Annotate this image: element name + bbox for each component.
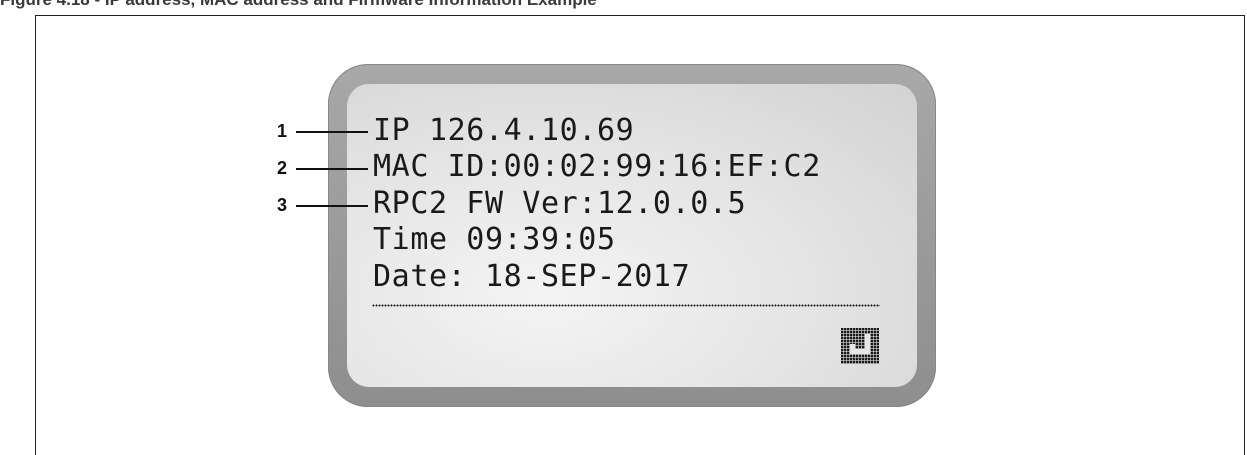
callout-3-leader xyxy=(296,205,368,207)
lcd-line-time: Time 09:39:05 xyxy=(373,222,616,257)
callout-1-number: 1 xyxy=(277,121,288,141)
callout-1-leader xyxy=(296,131,368,133)
lcd-separator xyxy=(372,304,880,307)
callout-2-leader xyxy=(296,168,368,170)
figure-caption: Figure 4.18 - IP address, MAC address an… xyxy=(0,0,597,10)
enter-icon[interactable] xyxy=(841,328,879,364)
lcd-line-ip: IP 126.4.10.69 xyxy=(373,113,635,148)
callout-3-number: 3 xyxy=(277,195,288,215)
lcd-line-mac: MAC ID:00:02:99:16:EF:C2 xyxy=(373,149,821,184)
lcd-line-date: Date: 18-SEP-2017 xyxy=(373,259,691,294)
callout-2-number: 2 xyxy=(277,158,288,178)
lcd-line-firmware: RPC2 FW Ver:12.0.0.5 xyxy=(373,186,747,221)
